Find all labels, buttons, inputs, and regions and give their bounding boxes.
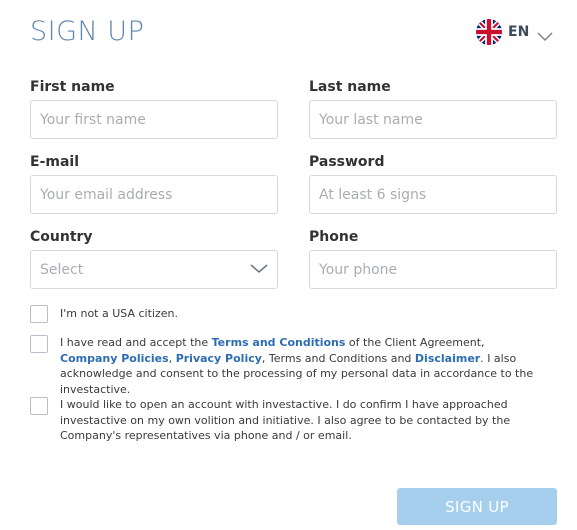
password-input[interactable] xyxy=(309,175,557,214)
terms-text-part: I have read and accept the xyxy=(60,336,212,349)
email-label: E-mail xyxy=(30,154,80,170)
terms-text: I have read and accept the Terms and Con… xyxy=(60,335,540,397)
terms-text-part: , xyxy=(168,351,176,365)
usa-citizen-checkbox[interactable] xyxy=(30,305,48,323)
last-name-input[interactable] xyxy=(309,100,557,139)
terms-link[interactable]: Terms and Conditions xyxy=(212,336,346,349)
country-select-value: Select xyxy=(40,261,84,278)
terms-checkbox[interactable] xyxy=(30,335,48,353)
password-label: Password xyxy=(309,154,385,170)
privacy-policy-link[interactable]: Privacy Policy xyxy=(176,352,262,365)
country-label: Country xyxy=(30,229,93,245)
phone-input[interactable] xyxy=(309,250,557,289)
email-input[interactable] xyxy=(30,175,278,214)
terms-text-part: of the Client Agreement, xyxy=(345,336,485,349)
last-name-label: Last name xyxy=(309,79,391,95)
disclaimer-link[interactable]: Disclaimer xyxy=(415,352,480,365)
phone-label: Phone xyxy=(309,229,359,245)
company-policies-link[interactable]: Company Policies xyxy=(60,352,169,365)
first-name-input[interactable] xyxy=(30,100,278,139)
sign-up-button[interactable]: SIGN UP xyxy=(397,488,557,525)
uk-flag-icon xyxy=(476,19,502,45)
contact-consent-text: I would like to open an account with inv… xyxy=(60,398,511,442)
language-selector[interactable]: EN xyxy=(476,19,553,45)
chevron-down-icon xyxy=(537,27,553,42)
terms-text-part: , Terms and Conditions and xyxy=(261,351,415,365)
first-name-label: First name xyxy=(30,79,115,95)
usa-citizen-text: I'm not a USA citizen. xyxy=(60,307,178,320)
language-code: EN xyxy=(508,24,530,40)
page-title: SIGN UP xyxy=(30,16,145,47)
chevron-down-icon xyxy=(250,262,268,278)
country-select[interactable]: Select xyxy=(30,250,278,289)
contact-consent-checkbox[interactable] xyxy=(30,397,48,415)
